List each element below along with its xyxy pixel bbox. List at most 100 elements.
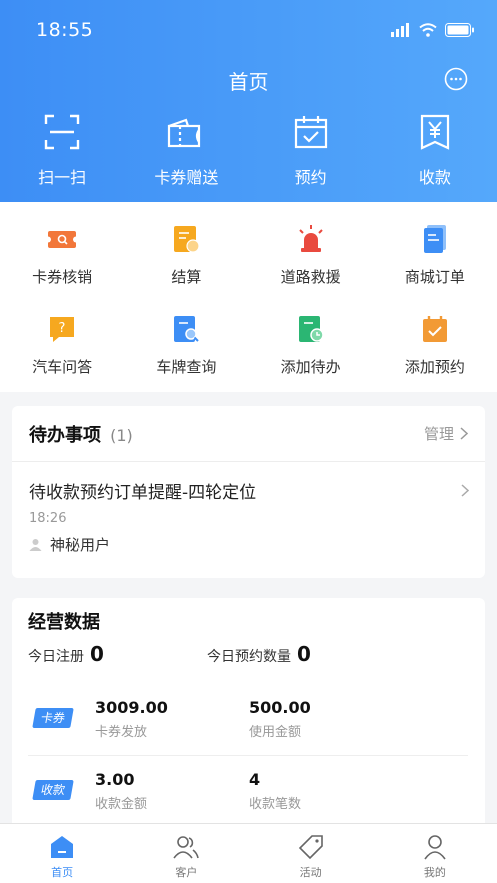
svg-text:?: ? bbox=[59, 321, 66, 336]
grid-label: 添加预约 bbox=[404, 358, 465, 376]
tab-activity[interactable]: 活动 bbox=[249, 824, 373, 883]
grid-label: 汽车问答 bbox=[32, 358, 93, 376]
status-bar: 18:55 bbox=[36, 18, 475, 42]
quick-actions: 扫一扫 卡券赠送 预约 收款 bbox=[0, 112, 497, 188]
todo-item-time: 18:26 bbox=[29, 511, 67, 526]
manage-label: 管理 bbox=[423, 425, 454, 443]
payment-amount-label: 收款金额 bbox=[95, 797, 148, 812]
home-icon bbox=[51, 836, 74, 858]
user-icon bbox=[29, 539, 42, 551]
tag-icon bbox=[298, 835, 323, 860]
signal-icon bbox=[391, 23, 409, 37]
coupon-gift-label: 卡券赠送 bbox=[154, 168, 219, 187]
grid-label: 车牌查询 bbox=[156, 358, 217, 376]
scan-label: 扫一扫 bbox=[38, 168, 87, 187]
todo-manage-link[interactable]: 管理 bbox=[424, 423, 468, 444]
header: 18:55 首页 扫一扫 卡券赠送 预约 收款 bbox=[0, 0, 497, 202]
todo-header: 待办事项 (1) 管理 bbox=[12, 406, 485, 462]
payment-count-label: 收款笔数 bbox=[249, 797, 302, 812]
scan-button[interactable]: 扫一扫 bbox=[0, 112, 124, 188]
coupon-issued-label: 卡券发放 bbox=[95, 725, 148, 740]
scan-icon bbox=[44, 114, 80, 150]
grid-item-settlement[interactable]: 结算 bbox=[124, 224, 248, 314]
tab-home[interactable]: 首页 bbox=[0, 824, 124, 883]
coupon-stats-row[interactable]: 卡券 3009.00 卡券发放 500.00 使用金额 bbox=[28, 694, 468, 756]
coupon-tag: 卡券 bbox=[32, 708, 74, 728]
grid-item-car-qa[interactable]: ? 汽车问答 bbox=[0, 314, 124, 404]
message-icon[interactable] bbox=[444, 67, 468, 91]
grid-label: 道路救援 bbox=[280, 268, 341, 286]
payment-stats-row[interactable]: 收款 3.00 收款金额 4 收款笔数 bbox=[28, 766, 468, 828]
tab-customers[interactable]: 客户 bbox=[124, 824, 248, 883]
coupon-used: 500.00 使用金额 bbox=[249, 698, 311, 740]
payment-amount-value: 3.00 bbox=[95, 770, 135, 789]
appointment-button[interactable]: 预约 bbox=[249, 112, 373, 188]
coupon-used-value: 500.00 bbox=[249, 698, 311, 717]
business-title: 经营数据 bbox=[28, 612, 100, 633]
calendar-check-icon bbox=[294, 116, 327, 149]
tab-label: 客户 bbox=[175, 866, 198, 879]
grid-label: 添加待办 bbox=[280, 358, 341, 376]
grid-item-add-appointment[interactable]: 添加预约 bbox=[373, 314, 497, 404]
todo-user-name: 神秘用户 bbox=[50, 536, 111, 554]
status-time: 18:55 bbox=[36, 19, 94, 41]
collect-payment-label: 收款 bbox=[418, 168, 451, 187]
coupon-verify-icon bbox=[47, 231, 78, 248]
today-booking-label: 今日预约数量 bbox=[207, 649, 291, 665]
feature-grid: 卡券核销 结算 道路救援 商城订单 ? 汽车问答 车牌查询 添加待办 添加预约 bbox=[0, 202, 497, 392]
today-booking-value: 0 bbox=[297, 642, 311, 666]
chevron-right-icon bbox=[460, 427, 468, 440]
qa-icon: ? bbox=[50, 317, 75, 342]
appointment-label: 预约 bbox=[294, 168, 327, 187]
tab-label: 活动 bbox=[299, 866, 322, 879]
mall-order-icon bbox=[423, 225, 446, 253]
todo-item-title: 待收款预约订单提醒-四轮定位 bbox=[29, 483, 257, 503]
payment-tag: 收款 bbox=[32, 780, 74, 800]
business-data-card: 经营数据 今日注册 0 今日预约数量 0 卡券 3009.00 卡券发放 500… bbox=[12, 598, 485, 838]
grid-item-plate-search[interactable]: 车牌查询 bbox=[124, 314, 248, 404]
grid-item-coupon-verify[interactable]: 卡券核销 bbox=[0, 224, 124, 314]
todo-item[interactable]: 待收款预约订单提醒-四轮定位 18:26 神秘用户 bbox=[12, 462, 485, 555]
payment-count: 4 收款笔数 bbox=[249, 770, 301, 812]
today-register-label: 今日注册 bbox=[28, 649, 84, 665]
payment-amount: 3.00 收款金额 bbox=[95, 770, 147, 812]
customers-icon bbox=[173, 836, 200, 859]
grid-label: 商城订单 bbox=[404, 268, 465, 286]
chevron-right-icon bbox=[461, 484, 469, 497]
tab-profile[interactable]: 我的 bbox=[373, 824, 497, 883]
coupon-issued-value: 3009.00 bbox=[95, 698, 168, 717]
grid-item-road-rescue[interactable]: 道路救援 bbox=[249, 224, 373, 314]
yen-receipt-icon bbox=[420, 114, 449, 150]
tab-label: 我的 bbox=[423, 866, 446, 879]
siren-icon bbox=[298, 225, 323, 252]
coupon-gift-icon bbox=[168, 118, 201, 148]
today-booking: 今日预约数量 0 bbox=[207, 642, 386, 666]
plate-search-icon bbox=[174, 316, 200, 342]
grid-label: 卡券核销 bbox=[32, 268, 93, 286]
payment-count-value: 4 bbox=[249, 770, 261, 789]
today-register: 今日注册 0 bbox=[28, 642, 207, 666]
settlement-icon bbox=[174, 226, 200, 253]
coupon-issued: 3009.00 卡券发放 bbox=[95, 698, 168, 740]
todo-count: (1) bbox=[110, 425, 133, 445]
grid-item-add-todo[interactable]: 添加待办 bbox=[249, 314, 373, 404]
page-title: 首页 bbox=[228, 70, 269, 94]
today-stats: 今日注册 0 今日预约数量 0 bbox=[12, 634, 485, 666]
todo-card: 待办事项 (1) 管理 待收款预约订单提醒-四轮定位 18:26 神秘用户 bbox=[12, 406, 485, 578]
status-icons bbox=[391, 23, 475, 37]
todo-heading: 待办事项 (1) bbox=[29, 421, 133, 447]
battery-icon bbox=[445, 23, 474, 37]
todo-title: 待办事项 bbox=[29, 424, 101, 446]
today-register-value: 0 bbox=[90, 642, 104, 666]
add-appointment-icon bbox=[422, 316, 447, 342]
grid-item-mall-order[interactable]: 商城订单 bbox=[373, 224, 497, 314]
todo-item-user: 神秘用户 bbox=[29, 534, 468, 555]
add-todo-icon bbox=[298, 316, 324, 342]
grid-label: 结算 bbox=[171, 268, 202, 286]
wifi-icon bbox=[419, 23, 437, 37]
coupon-gift-button[interactable]: 卡券赠送 bbox=[124, 112, 248, 188]
profile-icon bbox=[424, 835, 446, 860]
collect-payment-button[interactable]: 收款 bbox=[373, 112, 497, 188]
tab-label: 首页 bbox=[51, 866, 74, 879]
coupon-used-label: 使用金额 bbox=[249, 725, 302, 740]
